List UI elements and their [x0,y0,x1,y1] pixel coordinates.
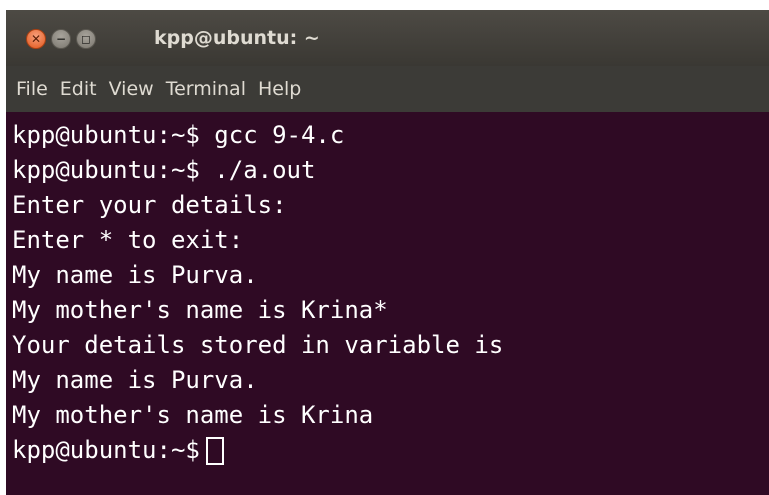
terminal-line: kpp@ubuntu:~$ ./a.out [12,156,316,184]
title-bar[interactable]: ✕ − ◻ kpp@ubuntu: ~ [6,10,769,66]
maximize-icon: ◻ [81,32,91,46]
menu-file[interactable]: File [16,78,48,100]
window-title: kpp@ubuntu: ~ [154,27,320,49]
terminal-line: Enter your details: [12,191,287,219]
minimize-window-button[interactable]: − [51,29,71,49]
minimize-icon: − [55,32,67,46]
terminal-line: kpp@ubuntu:~$ gcc 9-4.c [12,121,345,149]
terminal-line: My mother's name is Krina* [12,296,388,324]
menu-help[interactable]: Help [258,78,301,100]
terminal-output[interactable]: kpp@ubuntu:~$ gcc 9-4.c kpp@ubuntu:~$ ./… [6,112,769,495]
terminal-prompt-line[interactable]: kpp@ubuntu:~$ [12,433,769,468]
menu-terminal[interactable]: Terminal [166,78,246,100]
maximize-window-button[interactable]: ◻ [76,29,96,49]
terminal-line: Your details stored in variable is [12,331,504,359]
terminal-window: ✕ − ◻ kpp@ubuntu: ~ File Edit View Termi… [6,10,769,495]
terminal-line: Enter * to exit: [12,226,244,254]
menu-bar: File Edit View Terminal Help [6,66,769,112]
terminal-line: My mother's name is Krina [12,401,374,429]
close-icon: ✕ [30,32,42,46]
close-window-button[interactable]: ✕ [26,29,46,49]
menu-edit[interactable]: Edit [60,78,97,100]
terminal-line: My name is Purva. [12,366,258,394]
terminal-line: My name is Purva. [12,261,258,289]
menu-view[interactable]: View [109,78,154,100]
text-cursor [205,437,224,465]
shell-prompt: kpp@ubuntu:~$ [12,436,200,464]
